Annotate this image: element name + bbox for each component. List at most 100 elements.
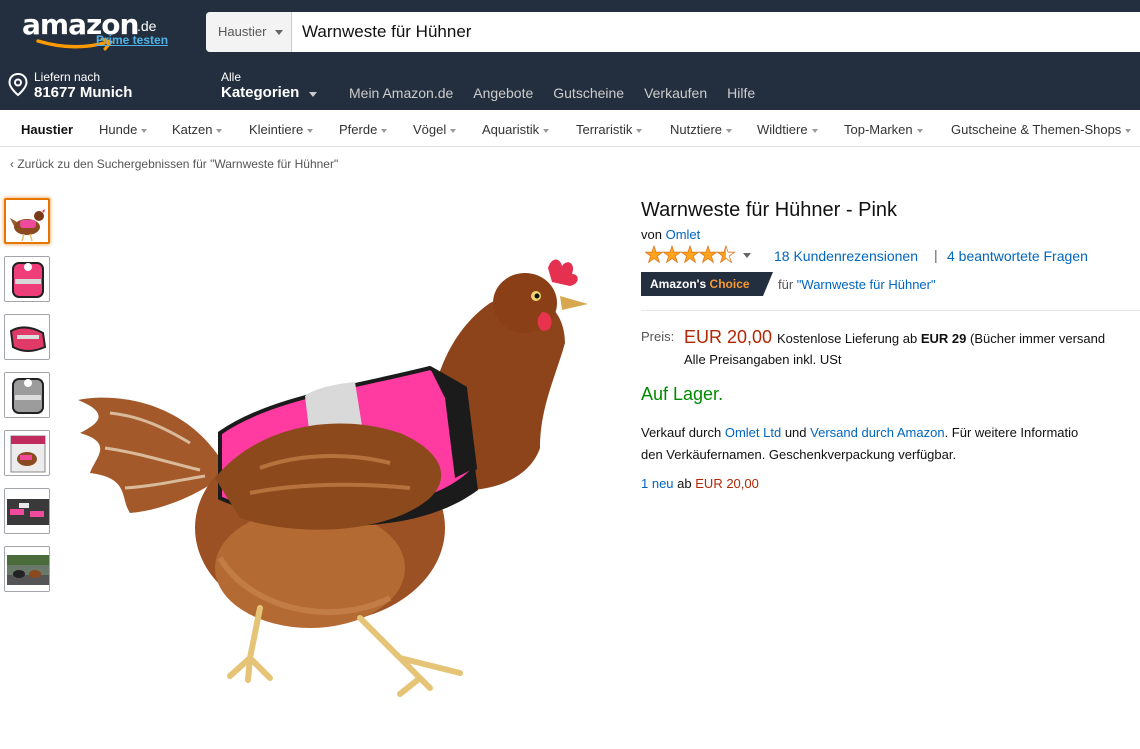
badge-keyword-link[interactable]: "Warnweste für Hühner" — [797, 277, 936, 292]
nav-my-amazon[interactable]: Mein Amazon.de — [349, 85, 453, 103]
all-categories-menu[interactable]: Alle Kategorien — [221, 68, 331, 104]
main-product-image[interactable] — [70, 248, 590, 718]
offers-mid: ab — [677, 476, 692, 491]
category-label: Pferde — [339, 122, 378, 137]
nav-sell[interactable]: Verkaufen — [644, 85, 707, 103]
reviews-link[interactable]: 18 Kundenrezensionen — [774, 248, 918, 264]
deliver-to-location[interactable]: Liefern nach 81677 Munich — [8, 68, 168, 104]
chevron-down-icon — [216, 128, 223, 133]
prime-trial-link[interactable]: Prime testen — [96, 33, 168, 47]
chevron-down-icon — [726, 128, 733, 133]
amazons-choice-badge: Amazon's Choice — [641, 272, 773, 296]
star-icon — [680, 245, 700, 264]
all-categories-line2: Kategorien — [221, 84, 300, 101]
search-category-label: Haustier — [218, 24, 267, 39]
other-offers: 1 neu ab EUR 20,00 — [641, 476, 759, 491]
category-label: Terraristik — [576, 122, 633, 137]
category-aquaristik[interactable]: Aquaristik — [482, 122, 550, 137]
answered-questions-link[interactable]: 4 beantwortete Fragen — [947, 248, 1088, 264]
search-category-dropdown[interactable]: Haustier — [206, 12, 292, 52]
star-icon — [662, 245, 682, 264]
category-wildtiere[interactable]: Wildtiere — [757, 122, 818, 137]
back-to-results-link[interactable]: ‹ Zurück zu den Suchergebnissen für "War… — [10, 157, 338, 171]
thumbnail-hen-in-vest-box[interactable] — [4, 430, 50, 476]
byline-prefix: von — [641, 227, 662, 242]
category-kleintiere[interactable]: Kleintiere — [249, 122, 314, 137]
header-nav: Mein Amazon.de Angebote Gutscheine Verka… — [349, 85, 755, 103]
search-bar: Haustier — [206, 12, 1140, 52]
deliver-address: 81677 Munich — [34, 84, 133, 101]
category-label: Vögel — [413, 122, 447, 137]
category-label: Katzen — [172, 122, 213, 137]
deliver-label: Liefern nach — [34, 70, 101, 84]
seller-more-info: . Für weitere Informatio — [944, 425, 1079, 440]
chevron-down-icon — [811, 128, 818, 133]
shipping-info: Kostenlose Lieferung ab EUR 29 (Bücher i… — [777, 331, 1105, 346]
category-label: Hunde — [99, 122, 138, 137]
shipping-text: Kostenlose Lieferung ab — [777, 331, 918, 346]
vest-front-thumbnail-image — [5, 257, 49, 301]
thumbnail-grey-vest-front[interactable] — [4, 372, 50, 418]
category-terraristik[interactable]: Terraristik — [576, 122, 643, 137]
availability-status: Auf Lager. — [641, 384, 724, 404]
seller-info: Verkauf durch Omlet Ltd und Versand durc… — [641, 422, 1140, 466]
chevron-down-icon — [141, 128, 148, 133]
thumbnail-hen-in-pink-vest[interactable] — [4, 198, 50, 244]
category-label: Top-Marken — [844, 122, 913, 137]
thumbnail-pink-vest-side[interactable] — [4, 314, 50, 360]
category-label: Wildtiere — [757, 122, 808, 137]
tax-note: Alle Preisangaben inkl. USt — [684, 352, 842, 367]
chevron-down-icon — [450, 128, 457, 133]
thumbnail-hens-on-road[interactable] — [4, 546, 50, 592]
fulfilled-by-amazon-link[interactable]: Versand durch Amazon — [810, 425, 944, 440]
location-pin-icon — [8, 73, 28, 97]
offers-price: EUR 20,00 — [695, 476, 759, 491]
badge-text: Amazon's Choice — [650, 277, 750, 291]
category-nutztiere[interactable]: Nutztiere — [670, 122, 733, 137]
nav-deals[interactable]: Angebote — [473, 85, 533, 103]
category-haustier[interactable]: Haustier — [21, 122, 73, 137]
star-rating[interactable] — [645, 245, 737, 265]
shipping-threshold: EUR 29 — [920, 331, 967, 346]
thumbnail-hens-in-vests-group[interactable] — [4, 488, 50, 534]
category-label: Kleintiere — [249, 122, 304, 137]
grey-vest-thumbnail-image — [5, 373, 49, 417]
box-thumbnail-image — [5, 431, 49, 475]
search-input[interactable] — [292, 12, 1140, 52]
divider — [641, 310, 1140, 311]
road-thumbnail-image — [5, 547, 49, 591]
badge-keyword-line: für "Warnweste für Hühner" — [778, 277, 936, 292]
badge-text-choice: Choice — [709, 277, 750, 291]
vest-side-thumbnail-image — [5, 315, 49, 359]
category-katzen[interactable]: Katzen — [172, 122, 223, 137]
chevron-down-icon[interactable] — [743, 253, 751, 258]
brand-link[interactable]: Omlet — [666, 227, 701, 242]
thumbnail-pink-vest-front[interactable] — [4, 256, 50, 302]
chevron-down-icon — [307, 128, 314, 133]
chevron-down-icon — [275, 30, 283, 35]
category-label: Nutztiere — [670, 122, 723, 137]
category-bar: Haustier Hunde Katzen Kleintiere Pferde … — [0, 110, 1140, 147]
category-gutscheine-themen-shops[interactable]: Gutscheine & Themen-Shops — [951, 122, 1132, 137]
category-hunde[interactable]: Hunde — [99, 122, 148, 137]
new-offers-link[interactable]: 1 neu — [641, 476, 674, 491]
nav-help[interactable]: Hilfe — [727, 85, 755, 103]
badge-for-prefix: für — [778, 277, 794, 292]
top-header: amazon .de Prime testen Haustier Liefern… — [0, 0, 1140, 110]
chevron-down-icon — [381, 128, 388, 133]
category-voegel[interactable]: Vögel — [413, 122, 457, 137]
category-top-marken[interactable]: Top-Marken — [844, 122, 923, 137]
shipping-note: (Bücher immer versand — [970, 331, 1106, 346]
brand-byline: von Omlet — [641, 227, 700, 242]
badge-text-amazons: Amazon's — [650, 277, 707, 291]
separator: | — [934, 247, 938, 263]
chevron-down-icon — [916, 128, 923, 133]
chevron-down-icon — [1125, 128, 1132, 133]
category-pferde[interactable]: Pferde — [339, 122, 388, 137]
category-label: Haustier — [21, 122, 74, 137]
seller-prefix: Verkauf durch — [641, 425, 722, 440]
seller-link[interactable]: Omlet Ltd — [725, 425, 781, 440]
product-title: Warnweste für Hühner - Pink — [641, 199, 898, 221]
chevron-down-icon — [636, 128, 643, 133]
nav-vouchers[interactable]: Gutscheine — [553, 85, 624, 103]
